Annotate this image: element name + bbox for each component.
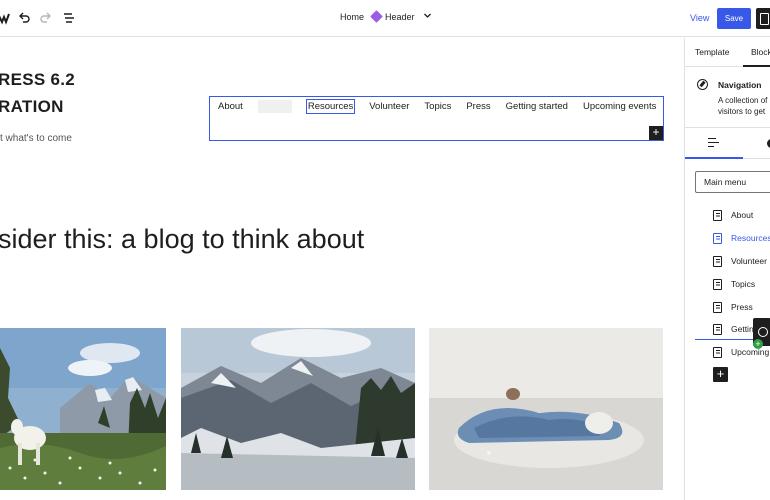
menu-item-label: Volunteer xyxy=(731,256,767,266)
nav-item-getting-started[interactable]: Getting started xyxy=(506,100,568,113)
active-tab-indicator xyxy=(743,65,770,67)
menu-item-resources[interactable]: Resources xyxy=(713,231,770,245)
menu-item-label: Upcoming xyxy=(731,347,770,357)
image-mountain-goat[interactable] xyxy=(0,328,166,490)
nav-item-volunteer[interactable]: Volunteer xyxy=(369,100,409,113)
site-title[interactable]: RESS 6.2 RATION xyxy=(0,66,98,120)
page-icon xyxy=(713,232,722,244)
editor-toolbar: Home Header View Save xyxy=(0,0,770,37)
editor-canvas[interactable]: RESS 6.2 RATION t what's to come About R… xyxy=(0,38,684,500)
page-icon xyxy=(713,301,722,313)
drag-add-icon: + xyxy=(753,339,763,349)
navigation-compass-icon xyxy=(697,79,708,90)
menu-select[interactable]: Main menu xyxy=(695,171,770,193)
wordpress-logo-icon[interactable] xyxy=(0,9,12,27)
nav-item-topics[interactable]: Topics xyxy=(424,100,451,113)
document-breadcrumb: Home Header xyxy=(340,10,432,23)
page-icon xyxy=(713,255,722,267)
navigation-block[interactable]: About Resources Volunteer Topics Press G… xyxy=(209,96,664,141)
redo-icon[interactable] xyxy=(37,9,55,27)
navigation-items: About Resources Volunteer Topics Press G… xyxy=(218,99,656,114)
page-icon xyxy=(713,209,722,221)
page-icon xyxy=(713,346,722,358)
image-snowy-mountains[interactable] xyxy=(181,328,415,490)
post-heading[interactable]: sider this: a blog to think about xyxy=(0,224,364,255)
template-part-icon xyxy=(370,10,383,23)
list-view-icon[interactable] xyxy=(60,9,78,27)
menu-item-topics[interactable]: Topics xyxy=(713,277,755,291)
nav-item-placeholder[interactable] xyxy=(257,100,292,113)
add-block-icon[interactable]: + xyxy=(649,126,663,140)
breadcrumb-header-label: Header xyxy=(385,11,415,22)
settings-panel-toggle-icon[interactable] xyxy=(756,8,770,29)
sidebar-subtabs xyxy=(685,128,770,159)
nav-item-resources[interactable]: Resources xyxy=(305,99,356,114)
undo-icon[interactable] xyxy=(15,9,33,27)
tab-template[interactable]: Template xyxy=(695,47,730,57)
breadcrumb-header[interactable]: Header xyxy=(370,10,415,23)
menu-item-label: About xyxy=(731,210,754,220)
menu-item-label: Resources xyxy=(731,233,770,243)
active-subtab-indicator xyxy=(685,157,743,159)
add-menu-item-icon[interactable]: + xyxy=(713,367,728,382)
menu-item-getting-started[interactable]: Getting xyxy=(713,322,758,336)
menu-item-label: Topics xyxy=(731,279,756,289)
list-view-icon[interactable] xyxy=(708,138,719,147)
nav-item-upcoming-events[interactable]: Upcoming events xyxy=(583,100,656,113)
image-person-under-blanket[interactable] xyxy=(429,328,663,490)
tab-block[interactable]: Block xyxy=(751,47,770,57)
save-button[interactable]: Save xyxy=(717,8,751,29)
nav-item-about[interactable]: About xyxy=(218,100,243,113)
page-icon xyxy=(713,323,722,335)
menu-item-label: Press xyxy=(731,302,753,312)
chevron-down-icon[interactable] xyxy=(423,11,432,22)
view-button[interactable]: View xyxy=(690,13,709,23)
block-description: A collection of visitors to get xyxy=(718,96,768,116)
menu-item-press[interactable]: Press xyxy=(713,300,753,314)
settings-sidebar: Template Block Navigation A collection o… xyxy=(684,38,770,500)
sidebar-tabs: Template Block xyxy=(685,38,770,67)
menu-item-volunteer[interactable]: Volunteer xyxy=(713,254,767,268)
page-icon xyxy=(713,278,722,290)
block-name: Navigation xyxy=(718,80,762,90)
block-card: Navigation A collection of visitors to g… xyxy=(685,68,770,128)
breadcrumb-home[interactable]: Home xyxy=(340,12,364,22)
nav-item-press[interactable]: Press xyxy=(466,100,490,113)
menu-item-about[interactable]: About xyxy=(713,208,753,222)
site-tagline[interactable]: t what's to come xyxy=(0,133,72,144)
